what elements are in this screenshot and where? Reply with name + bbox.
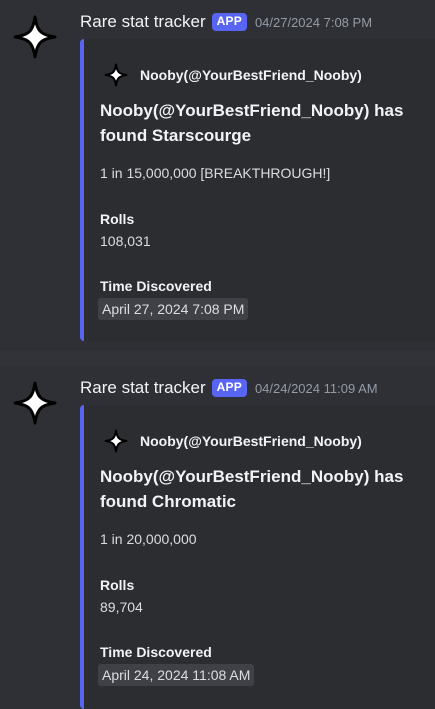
embed-card: Nooby(@YourBestFriend_Nooby) Nooby(@Your…	[80, 405, 435, 709]
app-badge: APP	[211, 13, 247, 31]
embed-title: Nooby(@YourBestFriend_Nooby) has found C…	[100, 467, 404, 511]
embed-author: Nooby(@YourBestFriend_Nooby)	[104, 429, 362, 453]
field-value-rolls: 108,031	[100, 233, 151, 249]
message-feed: Rare stat tracker APP 04/27/2024 7:08 PM…	[0, 0, 435, 709]
field-value-time-discovered[interactable]: April 27, 2024 7:08 PM	[98, 298, 249, 320]
field-value-time-discovered[interactable]: April 24, 2024 11:08 AM	[98, 664, 255, 686]
sparkle-icon	[13, 381, 57, 425]
embed-description: 1 in 20,000,000	[100, 531, 197, 547]
embed-card: Nooby(@YourBestFriend_Nooby) Nooby(@Your…	[80, 39, 435, 341]
field-name-rolls: Rolls	[100, 211, 135, 227]
app-badge: APP	[211, 379, 247, 397]
message-header: Rare stat tracker APP 04/27/2024 7:08 PM	[80, 11, 372, 33]
username[interactable]: Rare stat tracker	[80, 378, 206, 398]
username[interactable]: Rare stat tracker	[80, 12, 206, 32]
message: Rare stat tracker APP 04/24/2024 11:09 A…	[0, 366, 435, 709]
sparkle-icon	[104, 63, 128, 87]
field-value-rolls: 89,704	[100, 599, 143, 615]
bot-avatar[interactable]	[12, 14, 58, 60]
message-timestamp[interactable]: 04/24/2024 11:09 AM	[255, 381, 378, 396]
message-header: Rare stat tracker APP 04/24/2024 11:09 A…	[80, 377, 378, 399]
embed-author: Nooby(@YourBestFriend_Nooby)	[104, 63, 362, 87]
field-name-time-discovered: Time Discovered	[100, 278, 212, 294]
sparkle-icon	[13, 15, 57, 59]
field-name-time-discovered: Time Discovered	[100, 644, 212, 660]
message: Rare stat tracker APP 04/27/2024 7:08 PM…	[0, 0, 435, 351]
bot-avatar[interactable]	[12, 380, 58, 426]
embed-author-name: Nooby(@YourBestFriend_Nooby)	[140, 433, 362, 449]
field-name-rolls: Rolls	[100, 577, 135, 593]
embed-title: Nooby(@YourBestFriend_Nooby) has found S…	[100, 101, 404, 145]
sparkle-icon	[104, 429, 128, 453]
embed-description: 1 in 15,000,000 [BREAKTHROUGH!]	[100, 165, 331, 181]
embed-author-name: Nooby(@YourBestFriend_Nooby)	[140, 67, 362, 83]
message-timestamp[interactable]: 04/27/2024 7:08 PM	[255, 15, 372, 30]
